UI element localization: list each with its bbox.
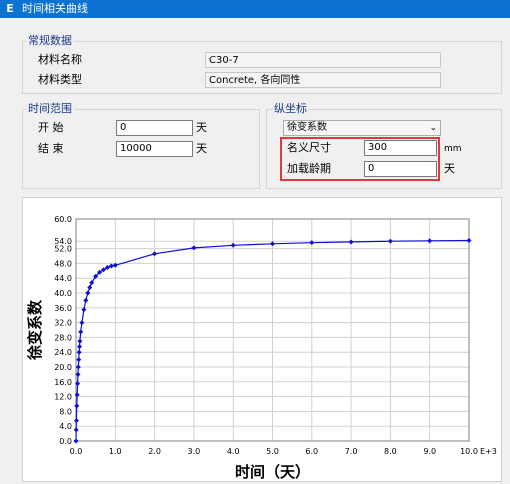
y-tick-label: 44.0: [54, 274, 72, 283]
nominal-size-input[interactable]: 300: [364, 140, 437, 156]
ordinate-select[interactable]: 徐变系数 ⌄: [283, 120, 441, 136]
data-point: [152, 251, 158, 257]
x-tick-label: 5.0: [266, 447, 279, 456]
data-point: [78, 329, 84, 335]
x-tick-label: 8.0: [384, 447, 397, 456]
creep-coefficient-chart: 0.0 4.0 8.0 12.0 16.0 20.0 24.0 28.0 32.0 36.0 40.…: [26, 215, 497, 481]
data-point: [76, 357, 82, 363]
data-point: [348, 239, 354, 245]
data-point: [79, 320, 85, 326]
data-point: [466, 237, 472, 243]
data-point: [75, 364, 81, 370]
x-tick-label: 10.0: [460, 447, 478, 456]
x-tick-label: 1.0: [109, 447, 122, 456]
material-name-field: C30-7: [205, 52, 441, 68]
material-type-label: 材料类型: [38, 73, 82, 86]
y-tick-label: 28.0: [54, 333, 72, 342]
chevron-down-icon: ⌄: [429, 123, 437, 133]
ordinate-select-value: 徐变系数: [287, 122, 327, 133]
data-point: [73, 427, 79, 433]
y-tick-label: 40.0: [54, 289, 72, 298]
y-tick-label: 60.0: [54, 215, 72, 224]
data-point: [191, 245, 197, 251]
data-point: [74, 403, 80, 409]
data-point: [387, 238, 393, 244]
nominal-size-label: 名义尺寸: [287, 141, 331, 154]
chart-panel: 0.0 4.0 8.0 12.0 16.0 20.0 24.0 28.0 32.0 36.0 40.…: [22, 197, 502, 482]
y-tick-label: 24.0: [54, 348, 72, 357]
x-axis-label: 时间（天）: [235, 463, 310, 481]
y-tick-label: 12.0: [54, 393, 72, 402]
start-label: 开 始: [38, 121, 64, 134]
y-tick-label: 0.0: [59, 437, 72, 446]
data-point: [85, 290, 91, 296]
data-point: [87, 284, 93, 290]
y-tick-label: 16.0: [54, 378, 72, 387]
start-unit: 天: [196, 121, 207, 134]
y-tick-label: 36.0: [54, 304, 72, 313]
material-type-field: Concrete, 各向同性: [205, 72, 441, 88]
x-tick-label: 2.0: [148, 447, 161, 456]
data-point: [83, 297, 89, 303]
nominal-size-unit: mm: [444, 144, 462, 154]
ordinate-group-label: 纵坐标: [272, 102, 309, 115]
y-tick-label: 4.0: [59, 422, 72, 431]
data-point: [77, 338, 83, 344]
title-bar: E 时间相关曲线: [0, 0, 510, 18]
end-label: 结 束: [38, 142, 64, 155]
data-point: [427, 238, 433, 244]
end-input[interactable]: 10000: [116, 141, 193, 157]
y-tick-label: 8.0: [59, 407, 72, 416]
loading-age-label: 加载龄期: [287, 162, 331, 175]
y-tick-label: 54.0: [54, 237, 72, 246]
general-data-group-label: 常规数据: [26, 34, 74, 47]
x-multiplier-label: E+3: [480, 447, 497, 456]
x-tick-label: 4.0: [227, 447, 240, 456]
x-tick-label: 0.0: [70, 447, 83, 456]
y-tick-label: 32.0: [54, 319, 72, 328]
data-point: [73, 438, 79, 444]
app-icon: E: [6, 2, 14, 15]
material-name-label: 材料名称: [38, 53, 82, 66]
loading-age-input[interactable]: 0: [364, 161, 437, 177]
time-range-group-label: 时间范围: [26, 102, 74, 115]
start-input[interactable]: 0: [116, 120, 193, 136]
x-tick-label: 9.0: [423, 447, 436, 456]
data-point: [77, 344, 83, 350]
end-unit: 天: [196, 142, 207, 155]
y-axis-label: 徐变系数: [26, 299, 44, 361]
window-title: 时间相关曲线: [22, 2, 88, 15]
x-tick-label: 7.0: [345, 447, 358, 456]
y-tick-label: 20.0: [54, 363, 72, 372]
data-point: [230, 242, 236, 248]
x-tick-label: 6.0: [305, 447, 318, 456]
x-tick-label: 3.0: [188, 447, 201, 456]
data-point: [76, 349, 82, 355]
y-tick-label: 48.0: [54, 259, 72, 268]
data-point: [270, 241, 275, 247]
loading-age-unit: 天: [444, 162, 455, 175]
data-point: [73, 418, 79, 424]
